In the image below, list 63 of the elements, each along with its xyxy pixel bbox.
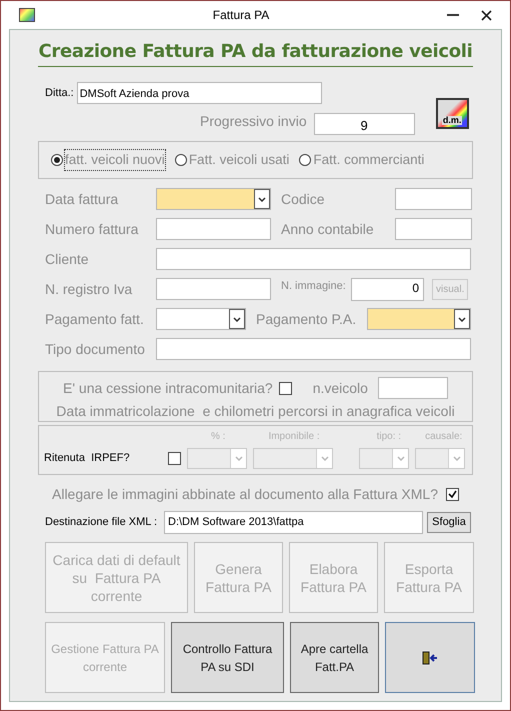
number-field[interactable]: 0 — [351, 278, 424, 300]
intracom-question: E' una cessione intracomunitaria? — [63, 378, 273, 398]
chevron-down-icon — [233, 316, 241, 322]
field-label: Data fattura — [45, 190, 120, 208]
text-field[interactable] — [156, 218, 271, 240]
column-label: % : — [211, 430, 226, 444]
chevron-down-icon — [258, 196, 266, 202]
logo-button[interactable]: d.m. — [436, 98, 469, 129]
allegare-label: Allegare le immagini abbinate al documento alla Fattura XML? — [52, 485, 438, 504]
window-title: Fattura PA — [212, 7, 270, 24]
action-button[interactable]: Controllo Fattura PA su SDI — [171, 622, 284, 693]
chevron-down-icon — [320, 456, 328, 461]
progressivo-label: Progressivo invio — [200, 112, 307, 131]
text-field[interactable] — [156, 278, 271, 300]
exit-button[interactable] — [385, 622, 475, 693]
form-heading: Creazione Fattura PA da fatturazione veicoli — [38, 38, 473, 67]
field-label: N. immagine: — [281, 279, 347, 294]
ritenuta-checkbox[interactable] — [168, 452, 181, 465]
action-button[interactable]: Apre cartella Fatt.PA — [290, 622, 379, 693]
dropdown-field[interactable] — [156, 308, 246, 330]
ditta-label: Ditta.: — [45, 86, 74, 101]
destinazione-label: Destinazione file XML : — [45, 515, 158, 530]
field-label: N. registro Iva — [45, 280, 134, 299]
radio-icon — [51, 154, 63, 166]
sfoglia-button[interactable]: Sfoglia — [427, 512, 471, 533]
allegare-checkbox[interactable] — [446, 488, 459, 501]
progressivo-field[interactable]: 9 — [314, 113, 415, 135]
ditta-field[interactable]: DMSoft Azienda prova — [76, 82, 322, 104]
field-label: Codice — [281, 190, 326, 208]
dropdown-field[interactable] — [156, 188, 271, 210]
radio-icon — [299, 154, 312, 166]
chevron-down-icon — [396, 456, 404, 461]
column-label: tipo: : — [376, 430, 402, 444]
text-field[interactable] — [156, 338, 471, 360]
chevron-down-icon — [234, 456, 242, 461]
vehicle-field[interactable] — [378, 377, 448, 399]
intracom-note: Data immatricolazione e chilometri percorsi in anagrafica veicoli — [56, 402, 455, 421]
exit-door-icon — [422, 650, 438, 664]
app-icon — [19, 8, 35, 22]
chevron-down-icon — [458, 316, 466, 322]
radio-icon — [174, 154, 187, 166]
text-field[interactable] — [395, 188, 472, 210]
field-label: Pagamento P.A. — [256, 310, 358, 329]
intracom-checkbox[interactable] — [278, 382, 292, 394]
column-label: causale: — [425, 430, 462, 444]
invoice-type-radio[interactable]: fatt. veicoli nuovi — [51, 150, 165, 170]
visual-button[interactable]: visual. — [432, 278, 468, 300]
field-label: Cliente — [45, 250, 90, 268]
field-label: Anno contabile — [281, 220, 375, 238]
field-label: Tipo documento — [45, 340, 146, 359]
ritenuta-label: Ritenuta IRPEF? — [44, 451, 131, 466]
destinazione-field[interactable]: D:\DM Software 2013\fattpa — [164, 511, 423, 534]
dropdown-field[interactable] — [367, 308, 471, 330]
text-field[interactable] — [395, 218, 472, 240]
field-label: Pagamento fatt. — [45, 310, 145, 329]
vehicle-label: n.veicolo — [312, 378, 368, 398]
invoice-type-radio[interactable]: Fatt. veicoli usati — [174, 150, 290, 170]
chevron-down-icon — [452, 456, 460, 461]
close-icon[interactable] — [481, 10, 492, 20]
column-label: Imponibile : — [268, 430, 320, 444]
text-field[interactable] — [156, 248, 471, 270]
field-label: Numero fattura — [45, 220, 140, 238]
invoice-type-radio[interactable]: Fatt. commercianti — [299, 150, 424, 170]
